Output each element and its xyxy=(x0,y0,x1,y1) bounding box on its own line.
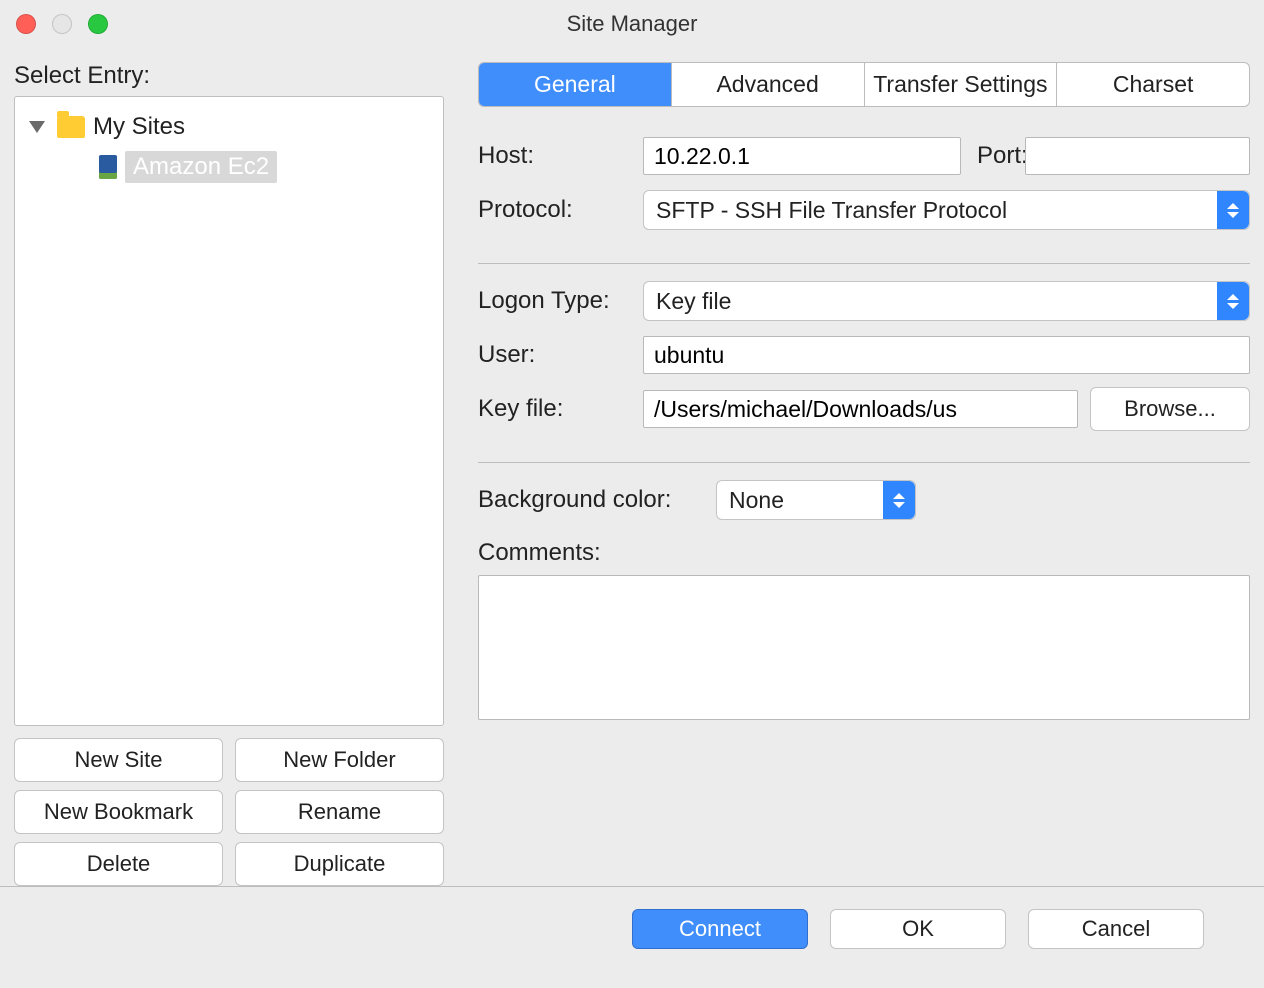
protocol-value: SFTP - SSH File Transfer Protocol xyxy=(656,197,1007,224)
select-arrows-icon xyxy=(883,481,915,519)
minimize-window-button[interactable] xyxy=(52,14,72,34)
tab-general[interactable]: General xyxy=(479,63,671,106)
new-bookmark-button[interactable]: New Bookmark xyxy=(14,790,223,834)
tab-advanced[interactable]: Advanced xyxy=(671,63,864,106)
divider xyxy=(478,263,1250,264)
logon-type-value: Key file xyxy=(656,288,731,315)
chevron-down-icon[interactable] xyxy=(29,121,45,133)
folder-icon xyxy=(57,116,85,138)
tab-transfer-settings[interactable]: Transfer Settings xyxy=(864,63,1057,106)
tabbar: General Advanced Transfer Settings Chars… xyxy=(478,62,1250,107)
tree-site-row[interactable]: Amazon Ec2 xyxy=(21,147,437,187)
server-icon xyxy=(99,155,117,179)
connect-button[interactable]: Connect xyxy=(632,909,808,949)
site-name-label: Amazon Ec2 xyxy=(125,151,277,183)
ok-button[interactable]: OK xyxy=(830,909,1006,949)
cancel-button[interactable]: Cancel xyxy=(1028,909,1204,949)
tab-charset[interactable]: Charset xyxy=(1056,63,1249,106)
root-folder-label: My Sites xyxy=(93,113,185,141)
new-site-button[interactable]: New Site xyxy=(14,738,223,782)
site-tree[interactable]: My Sites Amazon Ec2 xyxy=(14,96,444,726)
comments-label: Comments: xyxy=(478,539,1250,567)
titlebar: Site Manager xyxy=(0,0,1264,48)
delete-button[interactable]: Delete xyxy=(14,842,223,886)
host-input[interactable] xyxy=(643,137,961,175)
rename-button[interactable]: Rename xyxy=(235,790,444,834)
bgcolor-select[interactable]: None xyxy=(716,480,916,520)
logon-type-label: Logon Type: xyxy=(478,287,643,315)
new-folder-button[interactable]: New Folder xyxy=(235,738,444,782)
comments-textarea[interactable] xyxy=(478,575,1250,720)
divider xyxy=(478,462,1250,463)
keyfile-input[interactable] xyxy=(643,390,1078,428)
protocol-label: Protocol: xyxy=(478,196,643,224)
select-arrows-icon xyxy=(1217,282,1249,320)
window-controls xyxy=(16,14,108,34)
browse-button[interactable]: Browse... xyxy=(1090,387,1250,431)
user-label: User: xyxy=(478,341,643,369)
port-label: Port: xyxy=(961,142,1025,170)
port-input[interactable] xyxy=(1025,137,1250,175)
footer: Connect OK Cancel xyxy=(0,886,1264,949)
select-entry-label: Select Entry: xyxy=(14,62,444,90)
bgcolor-value: None xyxy=(729,487,784,514)
close-window-button[interactable] xyxy=(16,14,36,34)
bgcolor-label: Background color: xyxy=(478,486,698,514)
duplicate-button[interactable]: Duplicate xyxy=(235,842,444,886)
maximize-window-button[interactable] xyxy=(88,14,108,34)
host-label: Host: xyxy=(478,142,643,170)
logon-type-select[interactable]: Key file xyxy=(643,281,1250,321)
user-input[interactable] xyxy=(643,336,1250,374)
settings-panel: General Advanced Transfer Settings Chars… xyxy=(478,62,1250,886)
select-arrows-icon xyxy=(1217,191,1249,229)
window-title: Site Manager xyxy=(567,11,698,37)
protocol-select[interactable]: SFTP - SSH File Transfer Protocol xyxy=(643,190,1250,230)
keyfile-label: Key file: xyxy=(478,395,643,423)
tree-root-row[interactable]: My Sites xyxy=(21,107,437,147)
